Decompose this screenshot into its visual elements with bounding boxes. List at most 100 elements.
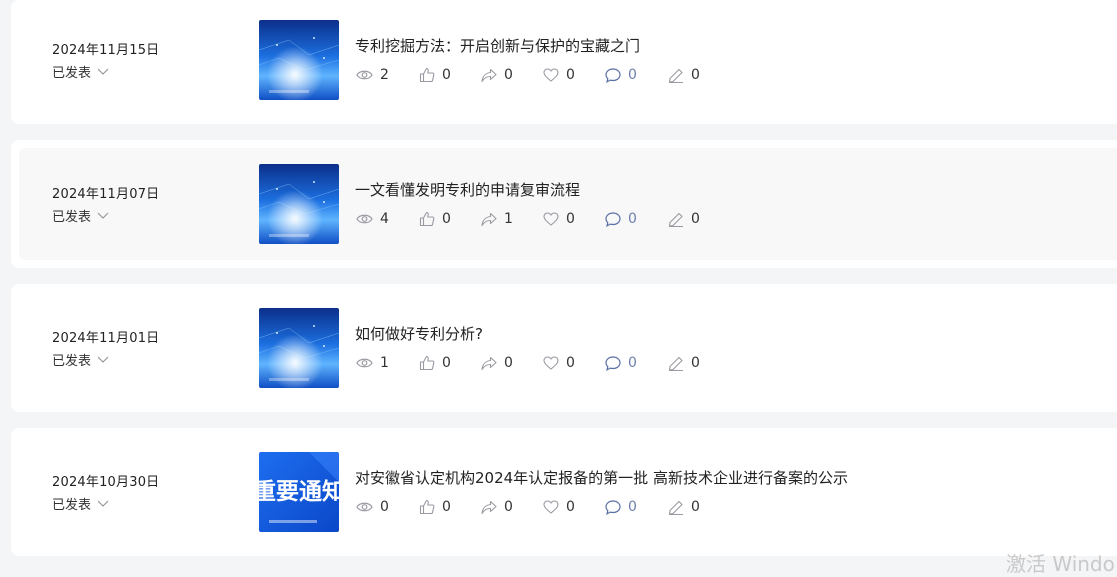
comments-count: 0 <box>628 499 637 515</box>
favorites-count: 0 <box>566 355 575 371</box>
eye-icon <box>356 502 373 512</box>
likes-count: 0 <box>442 211 451 227</box>
likes-count: 0 <box>442 67 451 83</box>
favorites-count: 0 <box>566 67 575 83</box>
publish-date: 2024年11月15日 <box>52 43 160 58</box>
shares-count: 1 <box>504 211 513 227</box>
shares-stat: 1 <box>481 211 543 227</box>
status-label: 已发表 <box>52 210 92 225</box>
status-dropdown[interactable]: 已发表 <box>52 206 109 225</box>
eye-icon <box>356 70 373 80</box>
shares-stat: 0 <box>481 67 543 83</box>
status-dropdown[interactable]: 已发表 <box>52 494 109 513</box>
favorites-stat: 0 <box>543 67 605 83</box>
stats-bar: 4 0 1 0 0 0 <box>356 209 708 229</box>
stats-bar: 0 0 0 0 0 0 <box>356 497 708 517</box>
hover-highlight <box>19 148 1117 260</box>
comments-count: 0 <box>628 211 637 227</box>
status-label: 已发表 <box>52 498 92 513</box>
thumbs-up-icon <box>419 355 435 371</box>
views-count: 4 <box>380 211 389 227</box>
article-title[interactable]: 专利挖掘方法：开启创新与保护的宝藏之门 <box>355 35 640 56</box>
edit-count: 0 <box>691 211 700 227</box>
thumbnail-image <box>259 308 339 388</box>
article-thumbnail[interactable] <box>259 164 339 244</box>
favorites-stat: 0 <box>543 211 605 227</box>
comment-icon <box>605 355 621 371</box>
thumbnail-image <box>259 20 339 100</box>
pen-icon <box>668 500 683 515</box>
heart-icon <box>543 68 559 82</box>
stats-bar: 1 0 0 0 0 0 <box>356 353 708 373</box>
article-card: 2024年10月30日 已发表 重要通知 对安徽省认定机构2024年认定报备的第… <box>11 428 1117 556</box>
article-thumbnail[interactable] <box>259 308 339 388</box>
favorites-count: 0 <box>566 499 575 515</box>
chevron-down-icon <box>97 500 109 507</box>
comments-count: 0 <box>628 67 637 83</box>
comments-stat[interactable]: 0 <box>605 355 668 371</box>
status-dropdown[interactable]: 已发表 <box>52 62 109 81</box>
views-count: 1 <box>380 355 389 371</box>
share-icon <box>481 212 497 226</box>
comments-stat[interactable]: 0 <box>605 499 668 515</box>
chevron-down-icon <box>97 68 109 75</box>
favorites-stat: 0 <box>543 355 605 371</box>
comments-stat[interactable]: 0 <box>605 67 668 83</box>
status-dropdown[interactable]: 已发表 <box>52 350 109 369</box>
shares-count: 0 <box>504 67 513 83</box>
edit-count: 0 <box>691 67 700 83</box>
views-stat: 4 <box>356 211 419 227</box>
likes-stat: 0 <box>419 67 481 83</box>
shares-stat: 0 <box>481 355 543 371</box>
status-label: 已发表 <box>52 66 92 81</box>
pen-icon <box>668 68 683 83</box>
article-thumbnail[interactable]: 重要通知 <box>259 452 339 532</box>
share-icon <box>481 500 497 514</box>
article-title[interactable]: 如何做好专利分析? <box>355 323 483 344</box>
thumbs-up-icon <box>419 211 435 227</box>
eye-icon <box>356 214 373 224</box>
favorites-count: 0 <box>566 211 575 227</box>
article-card: 2024年11月15日 已发表 专利挖掘方法：开启创新与保护的宝藏之门 2 0 … <box>11 0 1117 124</box>
publish-date: 2024年11月07日 <box>52 187 160 202</box>
article-card: 2024年11月07日 已发表 一文看懂发明专利的申请复审流程 4 0 1 0 … <box>11 140 1117 268</box>
edit-stat[interactable]: 0 <box>668 211 708 227</box>
comments-count: 0 <box>628 355 637 371</box>
share-icon <box>481 356 497 370</box>
thumbnail-image <box>259 164 339 244</box>
favorites-stat: 0 <box>543 499 605 515</box>
publish-date: 2024年11月01日 <box>52 331 160 346</box>
chevron-down-icon <box>97 356 109 363</box>
likes-stat: 0 <box>419 499 481 515</box>
heart-icon <box>543 356 559 370</box>
article-thumbnail[interactable] <box>259 20 339 100</box>
share-icon <box>481 68 497 82</box>
edit-stat[interactable]: 0 <box>668 67 708 83</box>
edit-stat[interactable]: 0 <box>668 355 708 371</box>
shares-stat: 0 <box>481 499 543 515</box>
edit-count: 0 <box>691 355 700 371</box>
article-title[interactable]: 对安徽省认定机构2024年认定报备的第一批 高新技术企业进行备案的公示 <box>355 467 848 488</box>
views-count: 2 <box>380 67 389 83</box>
article-card: 2024年11月01日 已发表 如何做好专利分析? 1 0 0 0 0 0 <box>11 284 1117 412</box>
comments-stat[interactable]: 0 <box>605 211 668 227</box>
edit-stat[interactable]: 0 <box>668 499 708 515</box>
shares-count: 0 <box>504 355 513 371</box>
likes-count: 0 <box>442 499 451 515</box>
likes-count: 0 <box>442 355 451 371</box>
heart-icon <box>543 500 559 514</box>
views-stat: 0 <box>356 499 419 515</box>
thumbnail-text: 重要通知 <box>259 478 339 505</box>
comment-icon <box>605 499 621 515</box>
likes-stat: 0 <box>419 355 481 371</box>
thumbnail-image: 重要通知 <box>259 452 339 532</box>
windows-activation-watermark: 激活 Windo <box>1006 552 1115 576</box>
edit-count: 0 <box>691 499 700 515</box>
views-count: 0 <box>380 499 389 515</box>
views-stat: 1 <box>356 355 419 371</box>
pen-icon <box>668 212 683 227</box>
thumbs-up-icon <box>419 67 435 83</box>
comment-icon <box>605 211 621 227</box>
article-title[interactable]: 一文看懂发明专利的申请复审流程 <box>355 179 580 200</box>
stats-bar: 2 0 0 0 0 0 <box>356 65 708 85</box>
